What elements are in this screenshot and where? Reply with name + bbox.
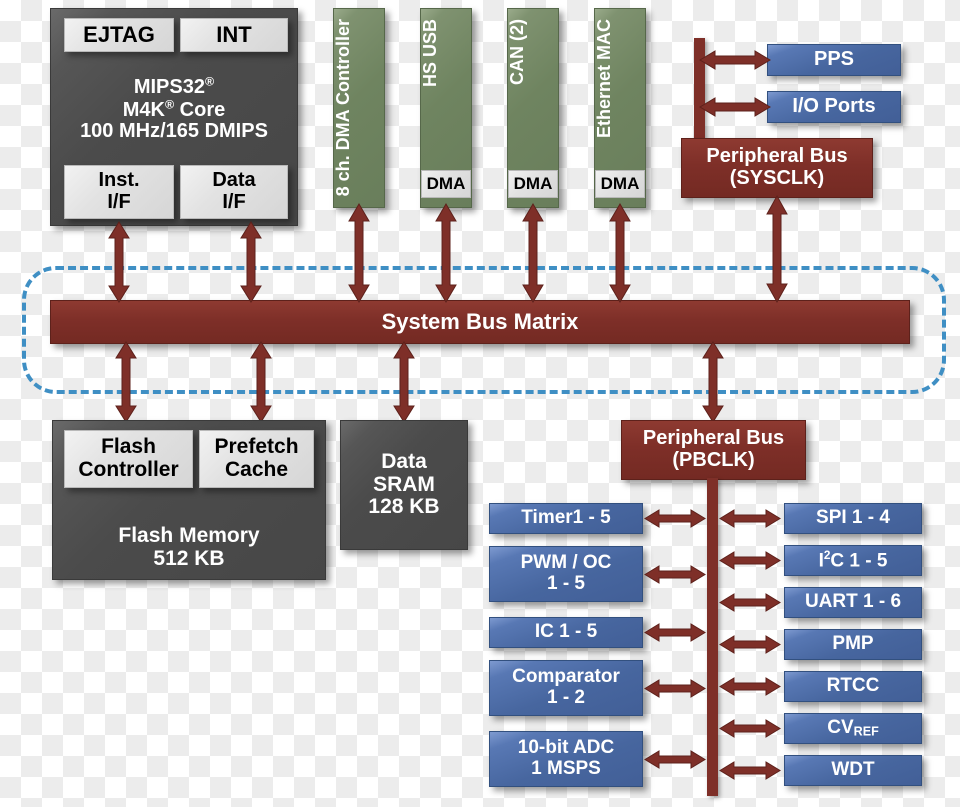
cpu-core-label-group: MIPS32® M4K® Core 100 MHz/165 DMIPS (52, 62, 296, 156)
arrow-matrix-to-data-sram (393, 341, 415, 423)
arrow-pbclk-to-i2c (719, 551, 781, 570)
arrow-pbclk-to-cvref (719, 719, 781, 738)
peripheral-timer: Timer1 - 5 (489, 503, 643, 534)
system-bus-matrix-block: System Bus Matrix (50, 300, 910, 344)
prefetch-cache-label: Prefetch Cache (214, 435, 299, 481)
dma-tag-3: DMA (595, 170, 645, 198)
arrow-pbclk-to-ic (644, 623, 706, 642)
peripheral-adc: 10-bit ADC 1 MSPS (489, 731, 643, 787)
arrow-matrix-to-pbclk-bus (702, 341, 724, 423)
arrow-pbclk-to-pwm-oc (644, 565, 706, 584)
pbclk-bus-vertical-line (707, 478, 718, 796)
data-sram-label: Data SRAM 128 KB (368, 449, 440, 519)
ejtag-label: EJTAG (83, 22, 155, 48)
peripheral-timer-label: Timer1 - 5 (521, 507, 611, 529)
int-label: INT (216, 22, 252, 48)
arrow-sysclk-to-pps (699, 50, 771, 70)
data-interface-label: Data I/F (212, 169, 256, 213)
peripheral-cvref: CVREF (784, 713, 922, 744)
arrow-pbclk-to-spi (719, 509, 781, 528)
arrow-pbclk-to-adc (644, 750, 706, 769)
peripheral-rtcc: RTCC (784, 671, 922, 702)
dma-tag-1: DMA (421, 170, 471, 198)
dma-column-0-label: 8 ch. DMA Controller (333, 19, 353, 197)
instruction-interface-block: Inst. I/F (64, 165, 174, 219)
arrow-inst-if-to-matrix (108, 221, 130, 303)
arrow-data-if-to-matrix (240, 221, 262, 303)
peripheral-pmp-label: PMP (832, 633, 874, 655)
peripheral-i2c: I2C 1 - 5 (784, 545, 922, 576)
pbclk-peripheral-bus-block: Peripheral Bus (PBCLK) (621, 420, 806, 480)
data-sram-block: Data SRAM 128 KB (340, 420, 468, 550)
dma-tag-2-label: DMA (513, 173, 553, 193)
peripheral-pmp: PMP (784, 629, 922, 660)
cpu-core-text: MIPS32® M4K® Core 100 MHz/165 DMIPS (52, 73, 296, 143)
arrow-sysclk-to-io-ports (699, 97, 771, 117)
peripheral-pwm-oc: PWM / OC 1 - 5 (489, 546, 643, 602)
peripheral-rtcc-label: RTCC (826, 675, 880, 697)
dma-column-3-label: Ethernet MAC (594, 19, 614, 139)
dma-column-0: 8 ch. DMA Controller (333, 8, 385, 208)
peripheral-spi: SPI 1 - 4 (784, 503, 922, 534)
pbclk-peripheral-bus-label: Peripheral Bus (PBCLK) (642, 427, 785, 471)
peripheral-io-ports: I/O Ports (767, 91, 901, 123)
dma-tag-1-label: DMA (426, 173, 466, 193)
ejtag-block: EJTAG (64, 18, 174, 52)
dma-column-1-label: HS USB (420, 19, 440, 88)
core-line-3: 100 MHz/165 DMIPS (80, 120, 268, 143)
peripheral-ic: IC 1 - 5 (489, 617, 643, 648)
arrow-pbclk-to-comparator (644, 679, 706, 698)
arrow-hs-usb-to-matrix (435, 203, 457, 303)
peripheral-i2c-label: I2C 1 - 5 (818, 548, 888, 571)
prefetch-cache-block: Prefetch Cache (199, 430, 314, 488)
flash-memory-label-group: Flash Memory 512 KB (54, 520, 324, 576)
arrow-pbclk-to-pmp (719, 635, 781, 654)
dma-tag-3-label: DMA (600, 173, 640, 193)
peripheral-pps: PPS (767, 44, 901, 76)
arrow-sysclk-bus-to-matrix (766, 194, 788, 304)
peripheral-wdt-label: WDT (831, 759, 875, 781)
arrow-pbclk-to-rtcc (719, 677, 781, 696)
peripheral-uart-label: UART 1 - 6 (804, 591, 902, 613)
arrow-pbclk-to-timer (644, 509, 706, 528)
core-line-1: MIPS32® (133, 73, 215, 98)
arrow-ethernet-mac-to-matrix (609, 203, 631, 303)
arrow-can-to-matrix (522, 203, 544, 303)
arrow-matrix-to-prefetch (250, 341, 272, 423)
dma-tag-2: DMA (508, 170, 558, 198)
peripheral-pwm-oc-label: PWM / OC 1 - 5 (520, 552, 612, 594)
flash-memory-label: Flash Memory 512 KB (118, 524, 260, 570)
arrow-pbclk-to-uart (719, 593, 781, 612)
peripheral-spi-label: SPI 1 - 4 (816, 507, 890, 529)
dma-column-2-label: CAN (2) (507, 19, 527, 85)
sysclk-peripheral-bus-label: Peripheral Bus (SYSCLK) (706, 145, 848, 189)
peripheral-comparator-label: Comparator 1 - 2 (512, 666, 620, 708)
flash-controller-label: Flash Controller (78, 435, 179, 481)
peripheral-uart: UART 1 - 6 (784, 587, 922, 618)
peripheral-pps-label: PPS (813, 48, 855, 71)
peripheral-ic-label: IC 1 - 5 (534, 621, 598, 643)
arrow-matrix-to-flash (115, 341, 137, 423)
core-line-2: M4K® Core (122, 97, 226, 121)
arrow-dma-controller-to-matrix (348, 203, 370, 303)
peripheral-comparator: Comparator 1 - 2 (489, 660, 643, 716)
int-block: INT (180, 18, 288, 52)
peripheral-cvref-label: CVREF (827, 717, 879, 739)
flash-controller-block: Flash Controller (64, 430, 193, 488)
block-diagram-canvas: EJTAG INT MIPS32® M4K® Core 100 MHz/165 … (0, 0, 960, 807)
peripheral-adc-label: 10-bit ADC 1 MSPS (517, 737, 615, 779)
system-bus-matrix-label: System Bus Matrix (381, 309, 579, 335)
peripheral-io-ports-label: I/O Ports (792, 95, 876, 118)
instruction-interface-label: Inst. I/F (98, 169, 140, 213)
peripheral-wdt: WDT (784, 755, 922, 786)
sysclk-peripheral-bus-block: Peripheral Bus (SYSCLK) (681, 138, 873, 198)
data-interface-block: Data I/F (180, 165, 288, 219)
arrow-pbclk-to-wdt (719, 761, 781, 780)
